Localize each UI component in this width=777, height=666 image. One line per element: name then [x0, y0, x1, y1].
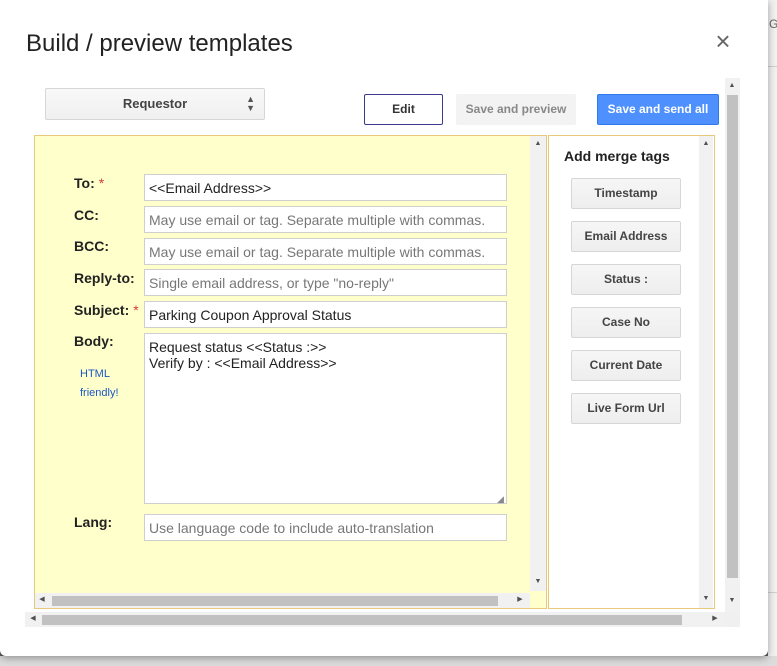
- bcc-input[interactable]: [144, 238, 507, 265]
- to-label: To: *: [74, 175, 105, 191]
- cc-label: CC:: [74, 207, 99, 223]
- merge-tag-case-no[interactable]: Case No: [571, 307, 681, 338]
- scroll-up-icon[interactable]: ▲: [701, 139, 711, 149]
- scroll-down-icon[interactable]: ▼: [727, 596, 737, 606]
- dialog-title: Build / preview templates: [26, 30, 293, 57]
- resize-grip-icon[interactable]: ◢: [497, 494, 504, 505]
- tags-vertical-scrollbar[interactable]: ▲ ▼: [699, 136, 713, 608]
- background-bottom-strip: [0, 656, 777, 666]
- background-divider: [768, 66, 777, 67]
- body-label: Body:: [74, 333, 114, 349]
- lang-label: Lang:: [74, 514, 113, 530]
- scroll-up-icon[interactable]: ▲: [533, 139, 543, 149]
- bcc-label: BCC:: [74, 238, 109, 254]
- scroll-thumb[interactable]: [727, 95, 738, 578]
- outer-horizontal-scrollbar[interactable]: ◀ ▶: [25, 612, 725, 627]
- subject-label: Subject: *: [74, 302, 139, 318]
- merge-tags-panel: Add merge tags Timestamp Email Address S…: [548, 135, 715, 609]
- scroll-down-icon[interactable]: ▼: [533, 577, 543, 587]
- select-arrows-icon: ▲ ▼: [246, 94, 255, 113]
- cc-input[interactable]: [144, 206, 507, 233]
- scroll-right-icon[interactable]: ▶: [515, 595, 525, 605]
- scroll-left-icon[interactable]: ◀: [28, 614, 38, 624]
- template-form-panel: To:* CC: BCC: Reply-to: Subject:* Body: …: [34, 135, 547, 609]
- background-divider: [768, 592, 777, 593]
- reply-to-input[interactable]: [144, 269, 507, 296]
- form-horizontal-scrollbar[interactable]: ◀ ▶: [35, 593, 530, 608]
- save-send-all-button[interactable]: Save and send all: [597, 94, 719, 125]
- scroll-up-icon[interactable]: ▲: [727, 81, 737, 91]
- scroll-right-icon[interactable]: ▶: [710, 614, 720, 624]
- build-preview-dialog: Build / preview templates × Requestor ▲ ▼…: [0, 0, 768, 656]
- merge-tag-live-form-url[interactable]: Live Form Url: [571, 393, 681, 424]
- body-textarea[interactable]: Request status <<Status :>> Verify by : …: [144, 333, 507, 504]
- form-vertical-scrollbar[interactable]: ▲ ▼: [530, 136, 546, 591]
- scroll-down-icon[interactable]: ▼: [701, 594, 711, 604]
- required-marker: *: [133, 302, 139, 318]
- save-preview-button[interactable]: Save and preview: [456, 94, 576, 125]
- outer-vertical-scrollbar[interactable]: ▲ ▼: [725, 78, 740, 612]
- edit-button[interactable]: Edit: [364, 94, 443, 125]
- scroll-left-icon[interactable]: ◀: [37, 595, 47, 605]
- subject-input[interactable]: [144, 301, 507, 328]
- to-input[interactable]: [144, 174, 507, 201]
- merge-tag-timestamp[interactable]: Timestamp: [571, 178, 681, 209]
- close-icon[interactable]: ×: [712, 28, 734, 54]
- background-letter: G: [769, 17, 777, 31]
- lang-input[interactable]: [144, 514, 507, 541]
- required-marker: *: [98, 175, 105, 191]
- html-friendly-note: HTML friendly!: [80, 368, 119, 399]
- background-app-edge: G: [768, 0, 777, 666]
- content-frame: Requestor ▲ ▼ Edit Save and preview Save …: [25, 78, 740, 627]
- template-select[interactable]: Requestor ▲ ▼: [45, 88, 265, 120]
- content-area: Requestor ▲ ▼ Edit Save and preview Save …: [25, 78, 725, 612]
- merge-tags-title: Add merge tags: [564, 148, 670, 164]
- reply-to-label: Reply-to:: [74, 270, 135, 286]
- scroll-thumb[interactable]: [52, 596, 498, 606]
- merge-tag-current-date[interactable]: Current Date: [571, 350, 681, 381]
- template-select-value: Requestor: [122, 96, 188, 111]
- scroll-thumb[interactable]: [42, 615, 682, 625]
- merge-tag-email-address[interactable]: Email Address: [571, 221, 681, 252]
- merge-tag-status[interactable]: Status :: [571, 264, 681, 295]
